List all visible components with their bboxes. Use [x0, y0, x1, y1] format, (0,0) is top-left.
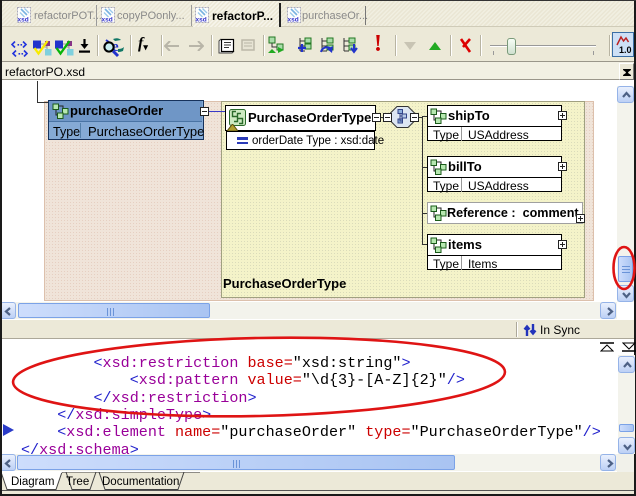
svg-text:xsd: xsd — [18, 17, 29, 24]
svg-text:xsd: xsd — [196, 17, 207, 24]
svg-text:xsd: xsd — [288, 17, 299, 24]
svg-text:xsd: xsd — [102, 17, 113, 24]
